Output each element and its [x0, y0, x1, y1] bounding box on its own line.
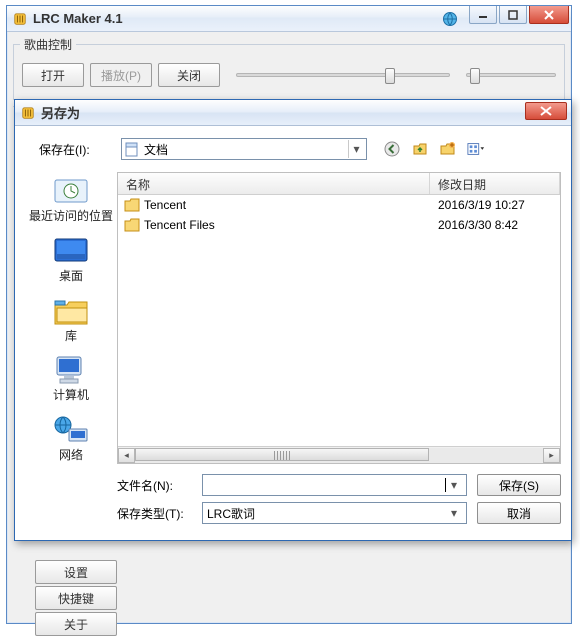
- place-computer[interactable]: 计算机: [51, 353, 91, 403]
- filename-label: 文件名(N):: [117, 477, 192, 494]
- place-network-label: 网络: [59, 449, 83, 463]
- file-row[interactable]: Tencent 2016/3/19 10:27: [118, 195, 560, 215]
- close-song-button[interactable]: 关闭: [158, 63, 220, 87]
- file-row[interactable]: Tencent Files 2016/3/30 8:42: [118, 215, 560, 235]
- filename-input[interactable]: [207, 476, 445, 494]
- maximize-button[interactable]: [499, 6, 527, 24]
- seek-thumb[interactable]: [385, 68, 395, 84]
- lookin-value: 文档: [144, 141, 348, 158]
- back-icon[interactable]: [383, 140, 401, 158]
- col-date[interactable]: 修改日期: [430, 173, 560, 194]
- place-network[interactable]: 网络: [51, 413, 91, 463]
- new-folder-icon[interactable]: [439, 140, 457, 158]
- filetype-value: LRC歌词: [207, 505, 446, 522]
- file-name: Tencent: [144, 198, 186, 212]
- view-menu-icon[interactable]: [467, 140, 485, 158]
- file-date: 2016/3/30 8:42: [430, 218, 560, 232]
- dropdown-arrow-icon[interactable]: ▾: [348, 140, 364, 158]
- open-song-button[interactable]: 打开: [22, 63, 84, 87]
- file-name: Tencent Files: [144, 218, 215, 232]
- hotkeys-button[interactable]: 快捷键: [35, 586, 117, 610]
- saveas-title: 另存为: [41, 103, 80, 122]
- minimize-button[interactable]: [469, 6, 497, 24]
- place-libraries[interactable]: 库: [51, 294, 91, 344]
- place-desktop-label: 桌面: [59, 270, 83, 284]
- filetype-combo[interactable]: LRC歌词 ▾: [202, 502, 467, 524]
- place-computer-label: 计算机: [53, 389, 89, 403]
- cancel-button[interactable]: 取消: [477, 502, 561, 524]
- main-titlebar[interactable]: LRC Maker 4.1: [7, 6, 571, 32]
- filetype-dropdown-icon[interactable]: ▾: [446, 504, 462, 522]
- saveas-titlebar[interactable]: 另存为: [15, 100, 571, 126]
- places-bar: 最近访问的位置 桌面 库: [25, 172, 117, 464]
- saveas-app-icon: [21, 106, 35, 120]
- app-icon: [13, 12, 27, 26]
- place-recent[interactable]: 最近访问的位置: [29, 174, 113, 224]
- scroll-thumb[interactable]: [135, 448, 429, 461]
- song-control-group: 歌曲控制 打开 播放(P) 关闭: [13, 36, 565, 100]
- filetype-row: 保存类型(T): LRC歌词 ▾ 取消: [117, 502, 561, 524]
- bottom-button-column: 设置 快捷键 关于: [35, 560, 117, 636]
- lookin-combo[interactable]: 文档 ▾: [121, 138, 367, 160]
- file-list-header[interactable]: 名称 修改日期: [118, 173, 560, 195]
- folder-icon: [124, 218, 140, 232]
- lookin-row: 保存在(I): 文档 ▾: [25, 138, 561, 160]
- lookin-label: 保存在(I):: [39, 141, 115, 158]
- recent-icon: [51, 174, 91, 208]
- file-rows[interactable]: Tencent 2016/3/19 10:27 Tencent Files 2016/…: [118, 195, 560, 446]
- saveas-dialog: 另存为 保存在(I): 文档 ▾: [14, 99, 572, 541]
- filename-row: 文件名(N): ▾ 保存(S): [117, 474, 561, 496]
- file-date: 2016/3/19 10:27: [430, 198, 560, 212]
- computer-icon: [51, 353, 91, 387]
- network-icon: [51, 413, 91, 447]
- scroll-right-button[interactable]: ▸: [543, 448, 560, 463]
- song-control-legend: 歌曲控制: [20, 36, 76, 53]
- filename-dropdown-icon[interactable]: ▾: [446, 476, 462, 494]
- about-button[interactable]: 关于: [35, 612, 117, 636]
- filename-combo[interactable]: ▾: [202, 474, 467, 496]
- h-scrollbar[interactable]: ◂ ▸: [118, 446, 560, 463]
- web-icon[interactable]: [441, 10, 459, 28]
- close-button[interactable]: [529, 6, 569, 24]
- volume-thumb[interactable]: [470, 68, 480, 84]
- libraries-icon: [51, 294, 91, 328]
- place-desktop[interactable]: 桌面: [51, 234, 91, 284]
- place-libraries-label: 库: [65, 330, 77, 344]
- settings-button[interactable]: 设置: [35, 560, 117, 584]
- play-button[interactable]: 播放(P): [90, 63, 152, 87]
- up-folder-icon[interactable]: [411, 140, 429, 158]
- filetype-label: 保存类型(T):: [117, 505, 192, 522]
- volume-slider[interactable]: [466, 73, 556, 77]
- documents-icon: [124, 141, 140, 157]
- file-list: 名称 修改日期 Tencent 2016/3/19 10:27 Tencent Fi…: [117, 172, 561, 464]
- save-button[interactable]: 保存(S): [477, 474, 561, 496]
- place-recent-label: 最近访问的位置: [29, 210, 113, 224]
- saveas-close-button[interactable]: [525, 102, 567, 120]
- folder-icon: [124, 198, 140, 212]
- seek-slider[interactable]: [236, 73, 450, 77]
- scroll-left-button[interactable]: ◂: [118, 448, 135, 463]
- desktop-icon: [51, 234, 91, 268]
- col-name[interactable]: 名称: [118, 173, 430, 194]
- main-title: LRC Maker 4.1: [33, 11, 123, 26]
- scroll-track[interactable]: [135, 448, 543, 463]
- window-buttons: [467, 6, 569, 24]
